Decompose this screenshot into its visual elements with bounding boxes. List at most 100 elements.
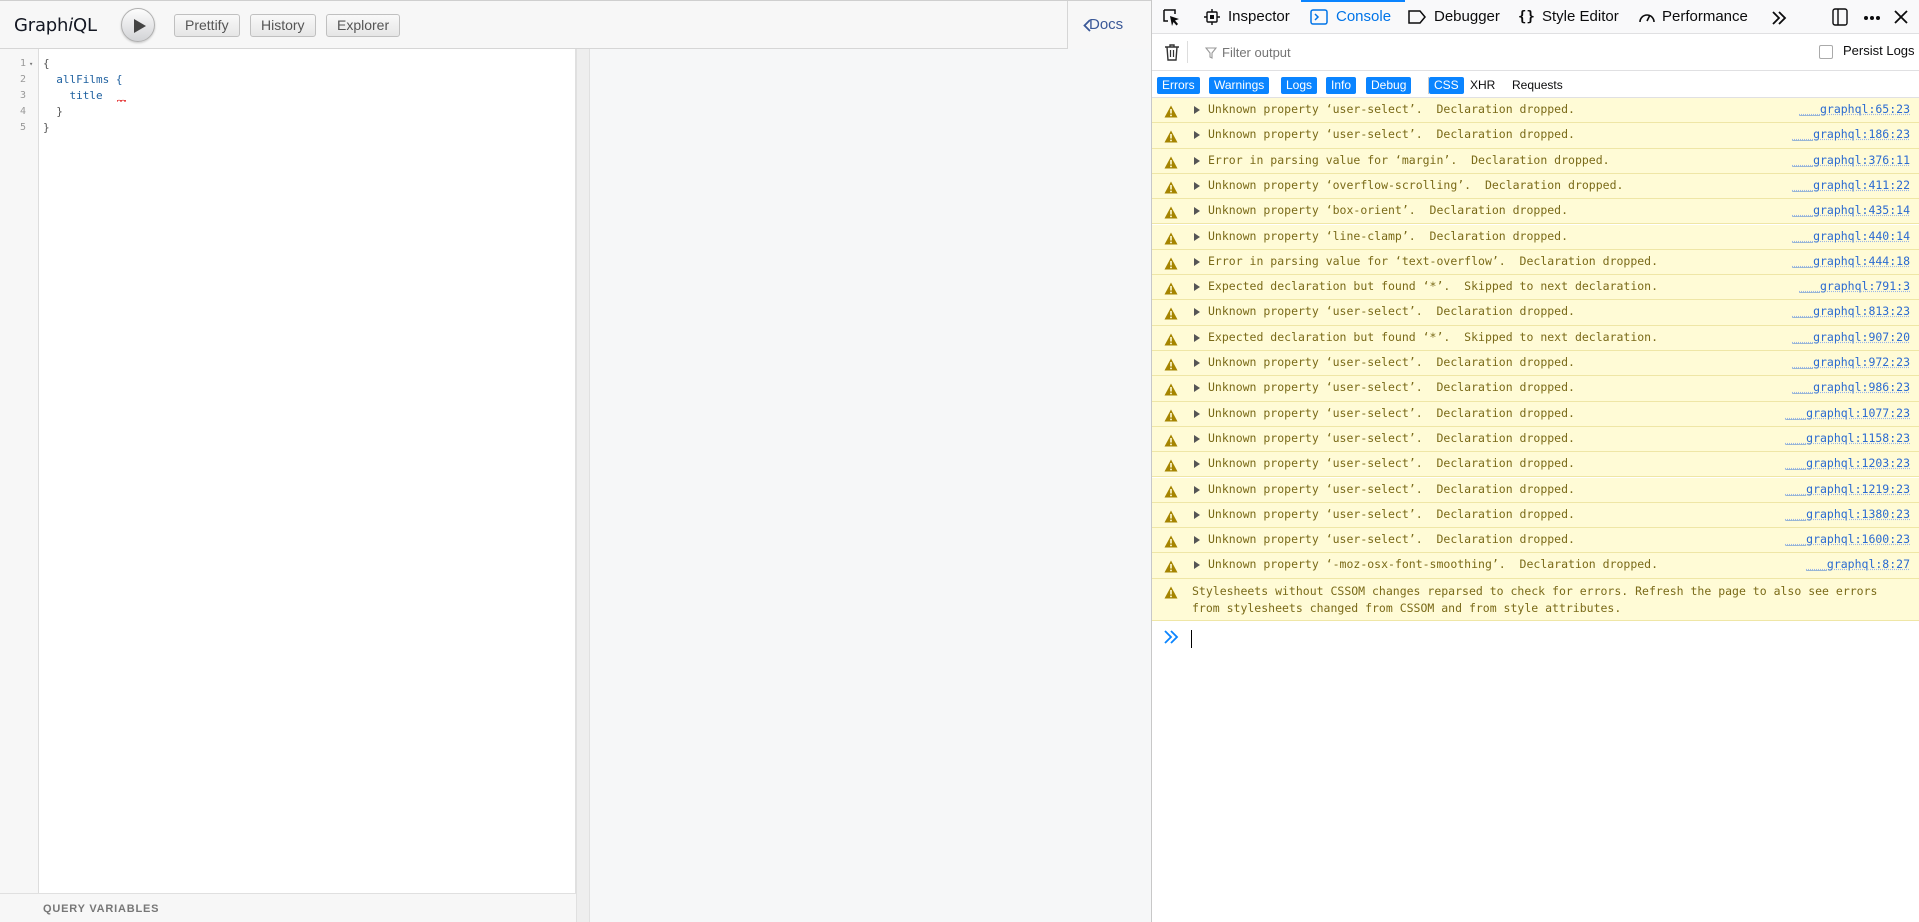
code-text: title xyxy=(43,88,103,104)
more-options-button[interactable] xyxy=(1863,0,1883,34)
execute-query-button[interactable] xyxy=(121,8,155,42)
query-editor[interactable]: 1 ▾ {2 allFilms {3 title 4 } 5} QUERY VARIAB… xyxy=(0,49,576,922)
console-warning-message[interactable]: Unknown property ‘-moz-osx-font-smoothin… xyxy=(1152,553,1919,578)
expand-arrow-icon[interactable] xyxy=(1194,460,1200,468)
filter-requests[interactable]: Requests xyxy=(1507,77,1568,94)
message-source-link[interactable]: ___graphql:444:18 xyxy=(1792,254,1910,268)
expand-arrow-icon[interactable] xyxy=(1194,486,1200,494)
expand-arrow-icon[interactable] xyxy=(1194,359,1200,367)
message-text: Unknown property ‘user-select’. Declarat… xyxy=(1208,127,1575,141)
expand-arrow-icon[interactable] xyxy=(1194,106,1200,114)
console-warning-message[interactable]: Error in parsing value for ‘margin’. Dec… xyxy=(1152,149,1919,174)
message-source-link[interactable]: ___graphql:1219:23 xyxy=(1785,482,1910,496)
console-input[interactable] xyxy=(1152,623,1919,653)
message-source-link[interactable]: ___graphql:435:14 xyxy=(1792,203,1910,217)
console-warning-message[interactable]: Unknown property ‘line-clamp’. Declarati… xyxy=(1152,225,1919,250)
console-warning-message[interactable]: Expected declaration but found ‘*’. Skip… xyxy=(1152,275,1919,300)
history-button[interactable]: History xyxy=(250,14,316,37)
expand-arrow-icon[interactable] xyxy=(1194,182,1200,190)
persist-logs-checkbox[interactable] xyxy=(1819,45,1833,59)
expand-arrow-icon[interactable] xyxy=(1194,308,1200,316)
message-source-link[interactable]: ___graphql:1158:23 xyxy=(1785,431,1910,445)
persist-logs-label[interactable]: Persist Logs xyxy=(1843,43,1915,58)
console-warning-message[interactable]: Unknown property ‘user-select’. Declarat… xyxy=(1152,98,1919,123)
console-warning-message[interactable]: Unknown property ‘user-select’. Declarat… xyxy=(1152,452,1919,477)
explorer-button[interactable]: Explorer xyxy=(326,14,400,37)
filter-output-input[interactable] xyxy=(1222,43,1822,63)
expand-arrow-icon[interactable] xyxy=(1194,384,1200,392)
expand-arrow-icon[interactable] xyxy=(1194,283,1200,291)
filter-info[interactable]: Info xyxy=(1326,77,1356,94)
filter-debug[interactable]: Debug xyxy=(1366,77,1411,94)
tab-inspector[interactable]: Inspector xyxy=(1204,0,1300,34)
fold-toggle-icon[interactable]: ▾ xyxy=(29,56,33,72)
message-source-link[interactable]: ___graphql:65:23 xyxy=(1799,102,1910,116)
tab-inspector-label: Inspector xyxy=(1228,0,1290,34)
expand-arrow-icon[interactable] xyxy=(1194,334,1200,342)
console-warning-message[interactable]: Unknown property ‘user-select’. Declarat… xyxy=(1152,376,1919,401)
clear-console-button[interactable] xyxy=(1164,43,1180,65)
expand-arrow-icon[interactable] xyxy=(1194,207,1200,215)
message-source-link[interactable]: ___graphql:907:20 xyxy=(1792,330,1910,344)
expand-arrow-icon[interactable] xyxy=(1194,410,1200,418)
console-warning-message[interactable]: Unknown property ‘user-select’. Declarat… xyxy=(1152,528,1919,553)
message-text: Unknown property ‘user-select’. Declarat… xyxy=(1208,456,1575,470)
docs-button[interactable]: Docs xyxy=(1067,1,1151,49)
console-warning-message[interactable]: Unknown property ‘user-select’. Declarat… xyxy=(1152,351,1919,376)
message-source-link[interactable]: ___graphql:376:11 xyxy=(1792,153,1910,167)
filter-css[interactable]: CSS xyxy=(1429,77,1464,94)
note-text: Stylesheets without CSSOM changes repars… xyxy=(1192,583,1912,617)
console-note-message: Stylesheets without CSSOM changes repars… xyxy=(1152,579,1919,621)
message-source-link[interactable]: ___graphql:8:27 xyxy=(1806,557,1910,571)
filter-errors[interactable]: Errors xyxy=(1157,77,1200,94)
expand-arrow-icon[interactable] xyxy=(1194,561,1200,569)
logo-suffix: QL xyxy=(73,15,97,36)
message-source-link[interactable]: ___graphql:411:22 xyxy=(1792,178,1910,192)
console-warning-message[interactable]: Unknown property ‘overflow-scrolling’. D… xyxy=(1152,174,1919,199)
filter-logs[interactable]: Logs xyxy=(1281,77,1317,94)
expand-arrow-icon[interactable] xyxy=(1194,157,1200,165)
console-warning-message[interactable]: Error in parsing value for ‘text-overflo… xyxy=(1152,250,1919,275)
dock-side-icon xyxy=(1832,8,1848,26)
pane-resize-handle[interactable] xyxy=(576,49,590,922)
console-warning-message[interactable]: Unknown property ‘user-select’. Declarat… xyxy=(1152,503,1919,528)
more-tools-button[interactable] xyxy=(1771,0,1791,34)
query-variables-bar[interactable]: QUERY VARIABLES xyxy=(0,893,576,922)
message-source-link[interactable]: ___graphql:440:14 xyxy=(1792,229,1910,243)
console-warning-message[interactable]: Unknown property ‘user-select’. Declarat… xyxy=(1152,300,1919,325)
message-source-link[interactable]: ___graphql:972:23 xyxy=(1792,355,1910,369)
message-source-link[interactable]: ___graphql:1077:23 xyxy=(1785,406,1910,420)
console-warning-message[interactable]: Unknown property ‘user-select’. Declarat… xyxy=(1152,427,1919,452)
warning-icon xyxy=(1164,356,1178,375)
message-source-link[interactable]: ___graphql:791:3 xyxy=(1799,279,1910,293)
tab-style-editor[interactable]: {} Style Editor xyxy=(1518,0,1628,34)
tab-performance[interactable]: Performance xyxy=(1638,0,1762,34)
close-devtools-button[interactable] xyxy=(1893,0,1913,34)
console-warning-message[interactable]: Unknown property ‘user-select’. Declarat… xyxy=(1152,478,1919,503)
prettify-button[interactable]: Prettify xyxy=(174,14,240,37)
console-warning-message[interactable]: Unknown property ‘user-select’. Declarat… xyxy=(1152,402,1919,427)
message-source-link[interactable]: ___graphql:813:23 xyxy=(1792,304,1910,318)
expand-arrow-icon[interactable] xyxy=(1194,536,1200,544)
message-source-link[interactable]: ___graphql:186:23 xyxy=(1792,127,1910,141)
element-picker-button[interactable] xyxy=(1162,0,1182,34)
expand-arrow-icon[interactable] xyxy=(1194,435,1200,443)
console-warning-message[interactable]: Expected declaration but found ‘*’. Skip… xyxy=(1152,326,1919,351)
expand-arrow-icon[interactable] xyxy=(1194,233,1200,241)
message-source-link[interactable]: ___graphql:1203:23 xyxy=(1785,456,1910,470)
console-warning-message[interactable]: Unknown property ‘user-select’. Declarat… xyxy=(1152,123,1919,148)
message-source-link[interactable]: ___graphql:986:23 xyxy=(1792,380,1910,394)
expand-arrow-icon[interactable] xyxy=(1194,131,1200,139)
code-text: allFilms { xyxy=(43,72,122,88)
filter-xhr[interactable]: XHR xyxy=(1465,77,1500,94)
message-source-link[interactable]: ___graphql:1600:23 xyxy=(1785,532,1910,546)
tab-console[interactable]: Console xyxy=(1310,0,1396,34)
filter-warnings[interactable]: Warnings xyxy=(1209,77,1269,94)
expand-arrow-icon[interactable] xyxy=(1194,258,1200,266)
tab-debugger[interactable]: Debugger xyxy=(1408,0,1504,34)
console-warning-message[interactable]: Unknown property ‘box-orient’. Declarati… xyxy=(1152,199,1919,224)
warning-icon xyxy=(1164,179,1178,198)
message-source-link[interactable]: ___graphql:1380:23 xyxy=(1785,507,1910,521)
expand-arrow-icon[interactable] xyxy=(1194,511,1200,519)
dock-toggle-button[interactable] xyxy=(1832,0,1852,34)
